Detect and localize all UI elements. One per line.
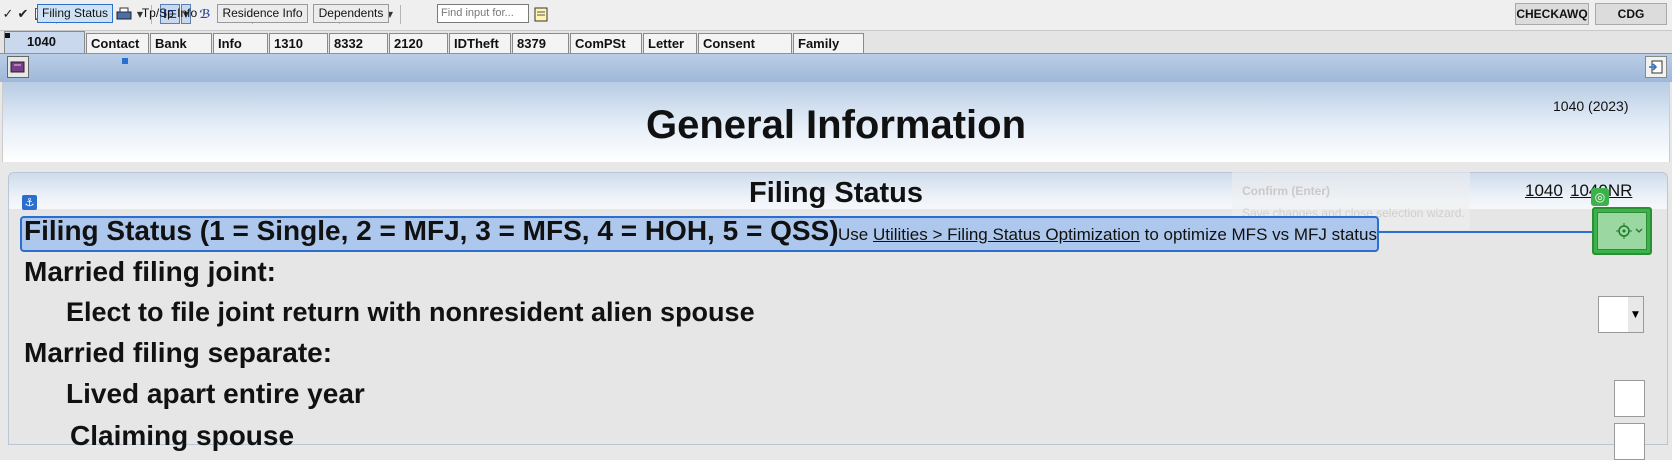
filing-status-select[interactable] [1597,212,1647,250]
link-1040[interactable]: 1040 [1525,181,1563,201]
subtab-bar [0,53,1672,82]
tab-8332[interactable]: 8332 [329,33,388,53]
subtab-dependents[interactable]: Dependents [313,4,389,23]
tab-letter[interactable]: Letter [643,33,697,53]
claiming-spouse-checkbox[interactable] [1614,423,1645,460]
lived-apart-checkbox[interactable] [1614,380,1645,417]
target-icon[interactable]: ◎ [1591,188,1609,206]
checkawq-button[interactable]: CHECKAWQ [1515,3,1589,25]
filing-status-optimization-link[interactable]: Utilities > Filing Status Optimization [873,225,1140,244]
filing-status-label: Filing Status (1 = Single, 2 = MFJ, 3 = … [24,215,839,246]
tab-bank[interactable]: Bank [150,33,212,53]
claiming-spouse-label: Claiming spouse [70,420,295,451]
mfj-heading: Married filing joint: [24,256,276,287]
tab-contact[interactable]: Contact [86,33,149,53]
lived-apart-label: Lived apart entire year [66,378,365,409]
subtab-residence-info[interactable]: Residence Info [217,4,308,23]
form-id-label: 1040 (2023) [1553,98,1629,114]
nra-elect-label: Elect to file joint return with nonresid… [66,297,755,327]
find-input[interactable]: Find input for... [437,4,529,23]
notepad-icon[interactable] [533,4,551,24]
anchor-icon[interactable]: ⚓ [22,195,37,210]
book-icon[interactable] [7,56,29,78]
tab-info[interactable]: Info [213,33,268,53]
filing-status-hint: Use Utilities > Filing Status Optimizati… [838,225,1377,244]
tab-1040[interactable]: 1040 [4,31,85,53]
checkmark-icon[interactable]: ✔ [16,4,30,24]
tab-consent[interactable]: Consent [698,33,792,53]
tab-family[interactable]: Family [793,33,864,53]
page-title: General Information [645,103,1027,147]
nra-elect-select[interactable] [1598,296,1629,333]
subtab-filing-status[interactable]: Filing Status [37,4,113,23]
tab-8379[interactable]: 8379 [512,33,569,53]
changed-indicator [122,58,128,64]
export-icon[interactable] [1645,56,1667,78]
tab-idtheft[interactable]: IDTheft [449,33,511,53]
confirm-title: Confirm (Enter) [1242,184,1330,198]
tab-compst[interactable]: ComPSt [570,33,642,53]
mfs-heading: Married filing separate: [24,337,333,368]
chevron-down-icon[interactable]: ▼ [1628,296,1644,333]
check-icon[interactable]: ✓ [2,4,14,24]
tab-marker [5,33,10,38]
subtab-tpsp-info[interactable]: Tp/Sp Info [130,4,209,23]
connector-line [1379,231,1593,233]
cdg-button[interactable]: CDG [1595,3,1667,25]
tab-1310[interactable]: 1310 [269,33,328,53]
tab-2120[interactable]: 2120 [389,33,448,53]
form-tabs: 1040 Contact Bank Info 1310 8332 2120 ID… [0,31,1672,53]
